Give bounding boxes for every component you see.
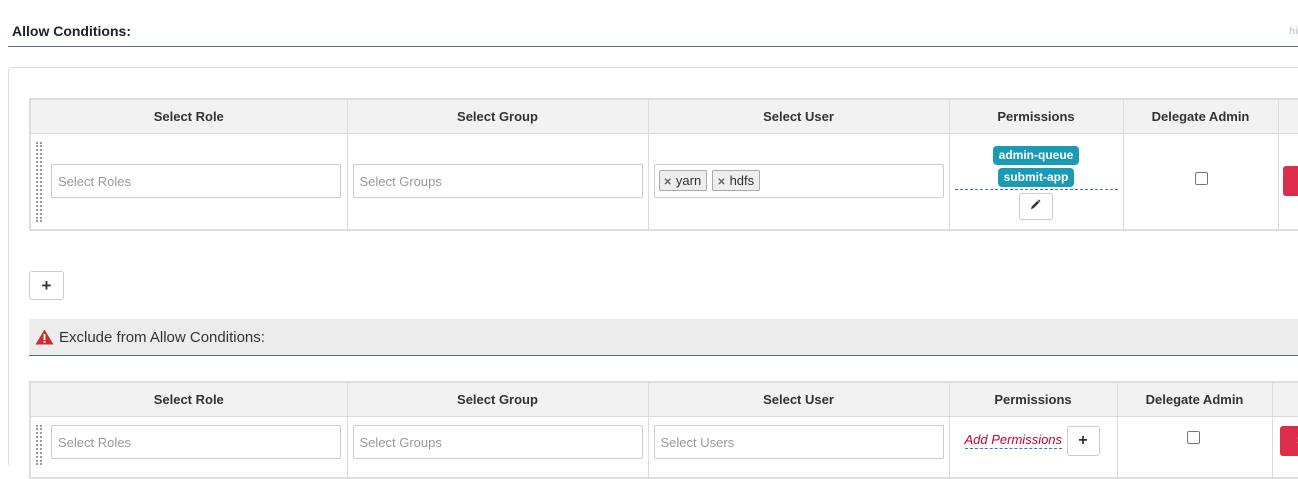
delegate-admin-checkbox[interactable]: [1187, 431, 1200, 444]
role-cell: Select Roles: [30, 133, 347, 230]
remove-tag-icon[interactable]: ✕: [717, 177, 725, 188]
allow-conditions-table: Select Role Select Group Select User Per…: [29, 98, 1298, 231]
user-cell: ✕ yarn ✕ hdfs: [648, 133, 949, 230]
permissions-underline: [955, 189, 1118, 190]
pencil-icon: [1030, 199, 1041, 210]
column-header-delegate-admin: Delegate Admin: [1123, 99, 1278, 133]
group-cell: Select Groups: [347, 416, 648, 478]
allow-conditions-header: Allow Conditions: hi: [8, 18, 1298, 47]
add-condition-button[interactable]: +: [29, 271, 64, 300]
drag-handle-icon[interactable]: [36, 142, 42, 222]
group-select-input[interactable]: Select Groups: [353, 164, 643, 198]
add-permissions-link[interactable]: Add Permissions: [965, 432, 1063, 449]
drag-handle-icon[interactable]: [36, 425, 42, 465]
delete-row-button[interactable]: ×: [1280, 426, 1298, 456]
user-tag-label: hdfs: [730, 173, 755, 188]
allow-conditions-title: Allow Conditions:: [12, 23, 131, 39]
column-header-role: Select Role: [30, 99, 347, 133]
column-header-group: Select Group: [347, 99, 648, 133]
user-tag: ✕ hdfs: [712, 170, 760, 191]
group-select-input[interactable]: Select Groups: [353, 425, 643, 459]
column-header-delegate-admin: Delegate Admin: [1117, 382, 1272, 416]
column-header-permissions: Permissions: [949, 382, 1117, 416]
column-header-role: Select Role: [30, 382, 347, 416]
column-header-user: Select User: [648, 99, 949, 133]
edit-permissions-button[interactable]: [1019, 193, 1053, 220]
role-cell: Select Roles: [30, 416, 347, 478]
role-select-input[interactable]: Select Roles: [51, 425, 341, 459]
table-header-row: Select Role Select Group Select User Per…: [30, 382, 1298, 416]
column-header-user: Select User: [648, 382, 949, 416]
table-row: Select Roles Select Groups Select Users …: [30, 416, 1298, 478]
role-select-input[interactable]: Select Roles: [51, 164, 341, 198]
actions-cell: ×: [1278, 133, 1298, 230]
column-header-permissions: Permissions: [949, 99, 1123, 133]
delete-row-button[interactable]: ×: [1283, 166, 1298, 196]
warning-icon: [35, 329, 54, 345]
group-cell: Select Groups: [347, 133, 648, 230]
add-permissions-button[interactable]: +: [1067, 426, 1100, 456]
permission-badge: submit-app: [998, 168, 1075, 187]
remove-tag-icon[interactable]: ✕: [664, 177, 672, 188]
user-cell: Select Users: [648, 416, 949, 478]
column-header-actions: [1278, 99, 1298, 133]
user-tag-label: yarn: [676, 173, 701, 188]
user-tag: ✕ yarn: [659, 170, 708, 191]
user-select-input[interactable]: Select Users: [654, 425, 944, 459]
column-header-group: Select Group: [347, 382, 648, 416]
table-header-row: Select Role Select Group Select User Per…: [30, 99, 1298, 133]
exclude-conditions-header: Exclude from Allow Conditions:: [29, 319, 1298, 356]
user-select-input[interactable]: ✕ yarn ✕ hdfs: [654, 164, 944, 198]
table-row: Select Roles Select Groups ✕ yarn ✕ hdfs: [30, 133, 1298, 230]
permissions-cell: Add Permissions +: [949, 416, 1117, 478]
actions-cell: ×: [1272, 416, 1298, 478]
exclude-conditions-table: Select Role Select Group Select User Per…: [29, 381, 1298, 479]
hide-toggle-hint[interactable]: hi: [1289, 26, 1298, 37]
delegate-admin-cell: [1117, 416, 1272, 478]
delegate-admin-cell: [1123, 133, 1278, 230]
exclude-conditions-title: Exclude from Allow Conditions:: [59, 329, 265, 346]
delegate-admin-checkbox[interactable]: [1195, 172, 1208, 185]
permissions-cell: admin-queue submit-app: [949, 133, 1123, 230]
permission-badge: admin-queue: [993, 146, 1080, 165]
column-header-actions: [1272, 382, 1298, 416]
